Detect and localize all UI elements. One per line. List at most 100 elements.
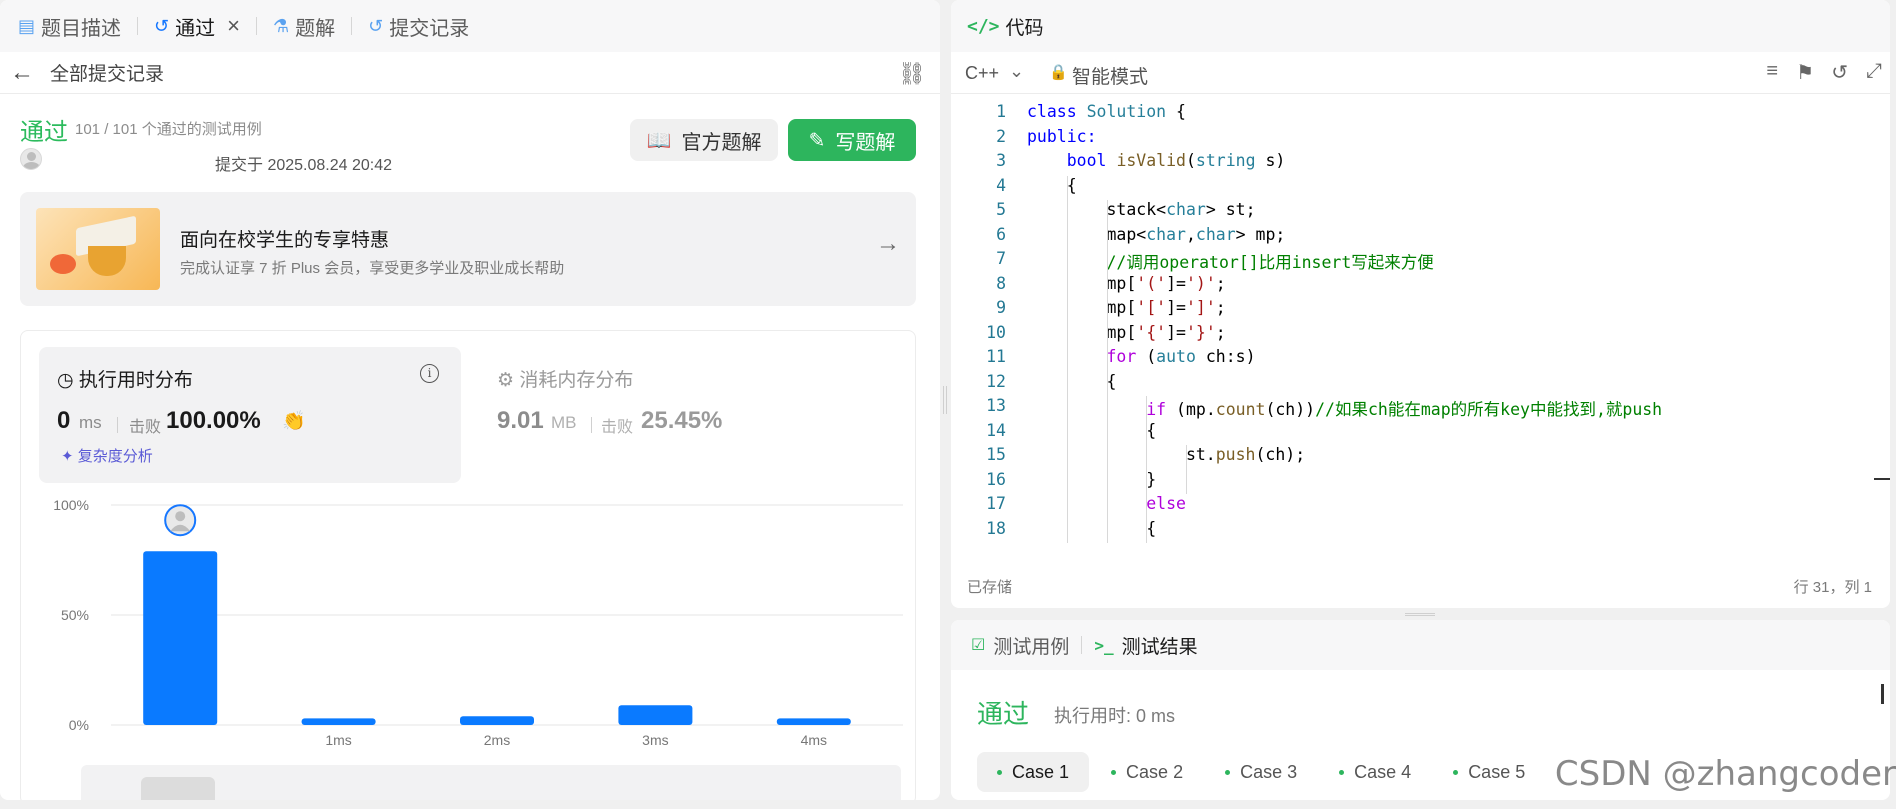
code-panel: </> 代码 C++ ⌄ 🔒 智能模式 ≡ ⚑ ↺ ⤢ 1 class Solut…: [951, 0, 1890, 608]
back-arrow-icon[interactable]: ←: [10, 59, 34, 87]
line-number: 11: [986, 347, 1006, 366]
result-runtime: 执行用时: 0 ms: [1054, 706, 1176, 726]
performance-stats-card: ◷ 执行用时分布 i 0 ms 击败 100.00% 👏 ✦ 复杂度分析 ⚙ 消…: [20, 330, 916, 800]
terminal-icon: >_: [1094, 635, 1114, 655]
code-text: map<char,char> mp;: [1027, 224, 1286, 244]
line-number: 8: [996, 273, 1006, 293]
line-number: 12: [986, 371, 1006, 391]
case-list: Case 1 Case 2 Case 3 Case 4 Case 5: [977, 752, 1547, 792]
line-number: 14: [986, 420, 1006, 440]
pass-dot: [1339, 769, 1345, 775]
bar: [301, 718, 376, 725]
pass-dot: [1111, 769, 1117, 775]
case-tab[interactable]: Case 3: [1205, 752, 1317, 792]
code-text: {: [1027, 175, 1077, 195]
code-text: bool isValid(string s): [1066, 151, 1286, 170]
document-icon: ▤: [18, 15, 36, 36]
tab-label: 题目描述: [41, 17, 122, 40]
submission-status: 通过: [20, 119, 68, 146]
checkbox-icon: ☑: [971, 637, 986, 654]
code-title: 代码: [1005, 17, 1044, 39]
case-tab[interactable]: Case 1: [977, 752, 1090, 792]
format-icon[interactable]: ≡: [1766, 60, 1778, 83]
case-tab[interactable]: Case 4: [1319, 752, 1431, 792]
line-number: 3: [996, 151, 1006, 170]
editor-footer: 已存储 行 31，列 1: [951, 560, 1890, 608]
language-select[interactable]: C++: [965, 63, 999, 84]
code-text: mp['(']=')';: [1027, 273, 1226, 293]
button-label: 官方题解: [681, 131, 762, 154]
tab-testcases[interactable]: ☑ 测试用例: [971, 632, 1069, 659]
avatar[interactable]: [20, 148, 42, 170]
history-icon: ↺: [368, 15, 384, 36]
code-text: for (auto ch:s): [1106, 347, 1256, 366]
code-text: //调用operator[]比用insert写起来方便: [1106, 253, 1434, 272]
bar: [776, 718, 851, 725]
student-promo-banner[interactable]: 面向在校学生的专享特惠 完成认证享 7 折 Plus 会员，享受更多学业及职业成…: [20, 192, 916, 306]
tab-submissions[interactable]: ↺ 提交记录: [364, 0, 473, 52]
code-header: </> 代码: [951, 0, 1890, 52]
indent-guide: [1186, 445, 1188, 494]
case-tab[interactable]: Case 2: [1091, 752, 1203, 792]
y-tick-label: 100%: [53, 497, 89, 513]
link-icon[interactable]: ⛓: [898, 61, 926, 87]
panel-resize-handle[interactable]: [1405, 613, 1435, 616]
code-editor[interactable]: 1 class Solution {2 public: 3 bool isValid(…: [951, 94, 1890, 550]
panel-resize-handle[interactable]: [943, 386, 947, 414]
cursor-position: 行 31，列 1: [1793, 579, 1872, 596]
reset-icon[interactable]: ↺: [1831, 60, 1848, 85]
tab-label: 测试用例: [993, 636, 1070, 658]
bookmark-icon[interactable]: ⚑: [1796, 60, 1814, 85]
code-text: stack<char> st;: [1027, 200, 1256, 219]
edit-icon: ✎: [808, 129, 826, 152]
indent-guide: [1106, 200, 1108, 543]
official-solution-button[interactable]: 📖 官方题解: [630, 119, 778, 161]
scrollbar[interactable]: [1874, 478, 1890, 480]
submitted-time: 提交于 2025.08.24 20:42: [215, 157, 393, 174]
tab-solutions[interactable]: ⚗ 题解: [269, 0, 339, 52]
fullscreen-icon[interactable]: ⤢: [1866, 60, 1882, 83]
tab-test-result[interactable]: >_ 测试结果: [1094, 632, 1197, 659]
smart-mode-label[interactable]: 智能模式: [1072, 62, 1148, 89]
placeholder-pill: [141, 777, 215, 800]
close-icon[interactable]: ×: [227, 13, 240, 39]
result-status: 通过: [977, 699, 1030, 729]
tab-divider: [137, 17, 139, 35]
indent-guide: [1146, 396, 1148, 543]
x-tick-label: 4ms: [801, 732, 827, 748]
case-tab[interactable]: Case 5: [1433, 752, 1545, 792]
editor-toolbar: C++ ⌄ 🔒 智能模式 ≡ ⚑ ↺ ⤢: [951, 52, 1890, 94]
all-submissions-link[interactable]: 全部提交记录: [50, 59, 164, 86]
line-number: 15: [986, 445, 1006, 464]
code-text: mp['{']='}';: [1027, 322, 1226, 342]
x-tick-label: 3ms: [642, 732, 668, 748]
promo-title: 面向在校学生的专享特惠: [180, 230, 390, 251]
runtime-distribution-chart[interactable]: 100% 50% 0% 1ms 2ms 3ms 4ms: [21, 331, 917, 761]
tab-description[interactable]: ▤ 题目描述: [14, 0, 125, 52]
watermark: CSDN @zhangcoder: [1554, 754, 1896, 794]
testcases-summary: 101 / 101 个通过的测试用例: [75, 121, 262, 138]
case-label: Case 3: [1240, 761, 1298, 782]
graduation-cap-image: [36, 208, 160, 290]
indent-guide: [1066, 175, 1068, 543]
arrow-right-icon[interactable]: →: [876, 230, 900, 258]
line-number: 4: [996, 175, 1006, 195]
line-number: 18: [986, 518, 1006, 538]
flask-icon: ⚗: [272, 15, 290, 36]
tab-divider: [255, 17, 257, 35]
code-text: st.push(ch);: [1027, 445, 1306, 464]
history-icon: ↺: [154, 15, 170, 36]
case-label: Case 4: [1354, 761, 1412, 782]
tab-accepted[interactable]: ↺ 通过 ×: [150, 0, 244, 52]
chevron-down-icon[interactable]: ⌄: [1009, 61, 1024, 82]
line-number: 2: [996, 126, 1006, 146]
bar: [618, 705, 693, 725]
scrollbar[interactable]: [1881, 684, 1884, 704]
tab-label: 题解: [295, 17, 336, 40]
write-solution-button[interactable]: ✎ 写题解: [788, 119, 916, 161]
bar: [460, 716, 534, 725]
case-label: Case 1: [1012, 761, 1070, 782]
code-text: public:: [1027, 126, 1097, 146]
lock-icon: 🔒: [1049, 64, 1068, 81]
avatar-head: [175, 511, 186, 522]
